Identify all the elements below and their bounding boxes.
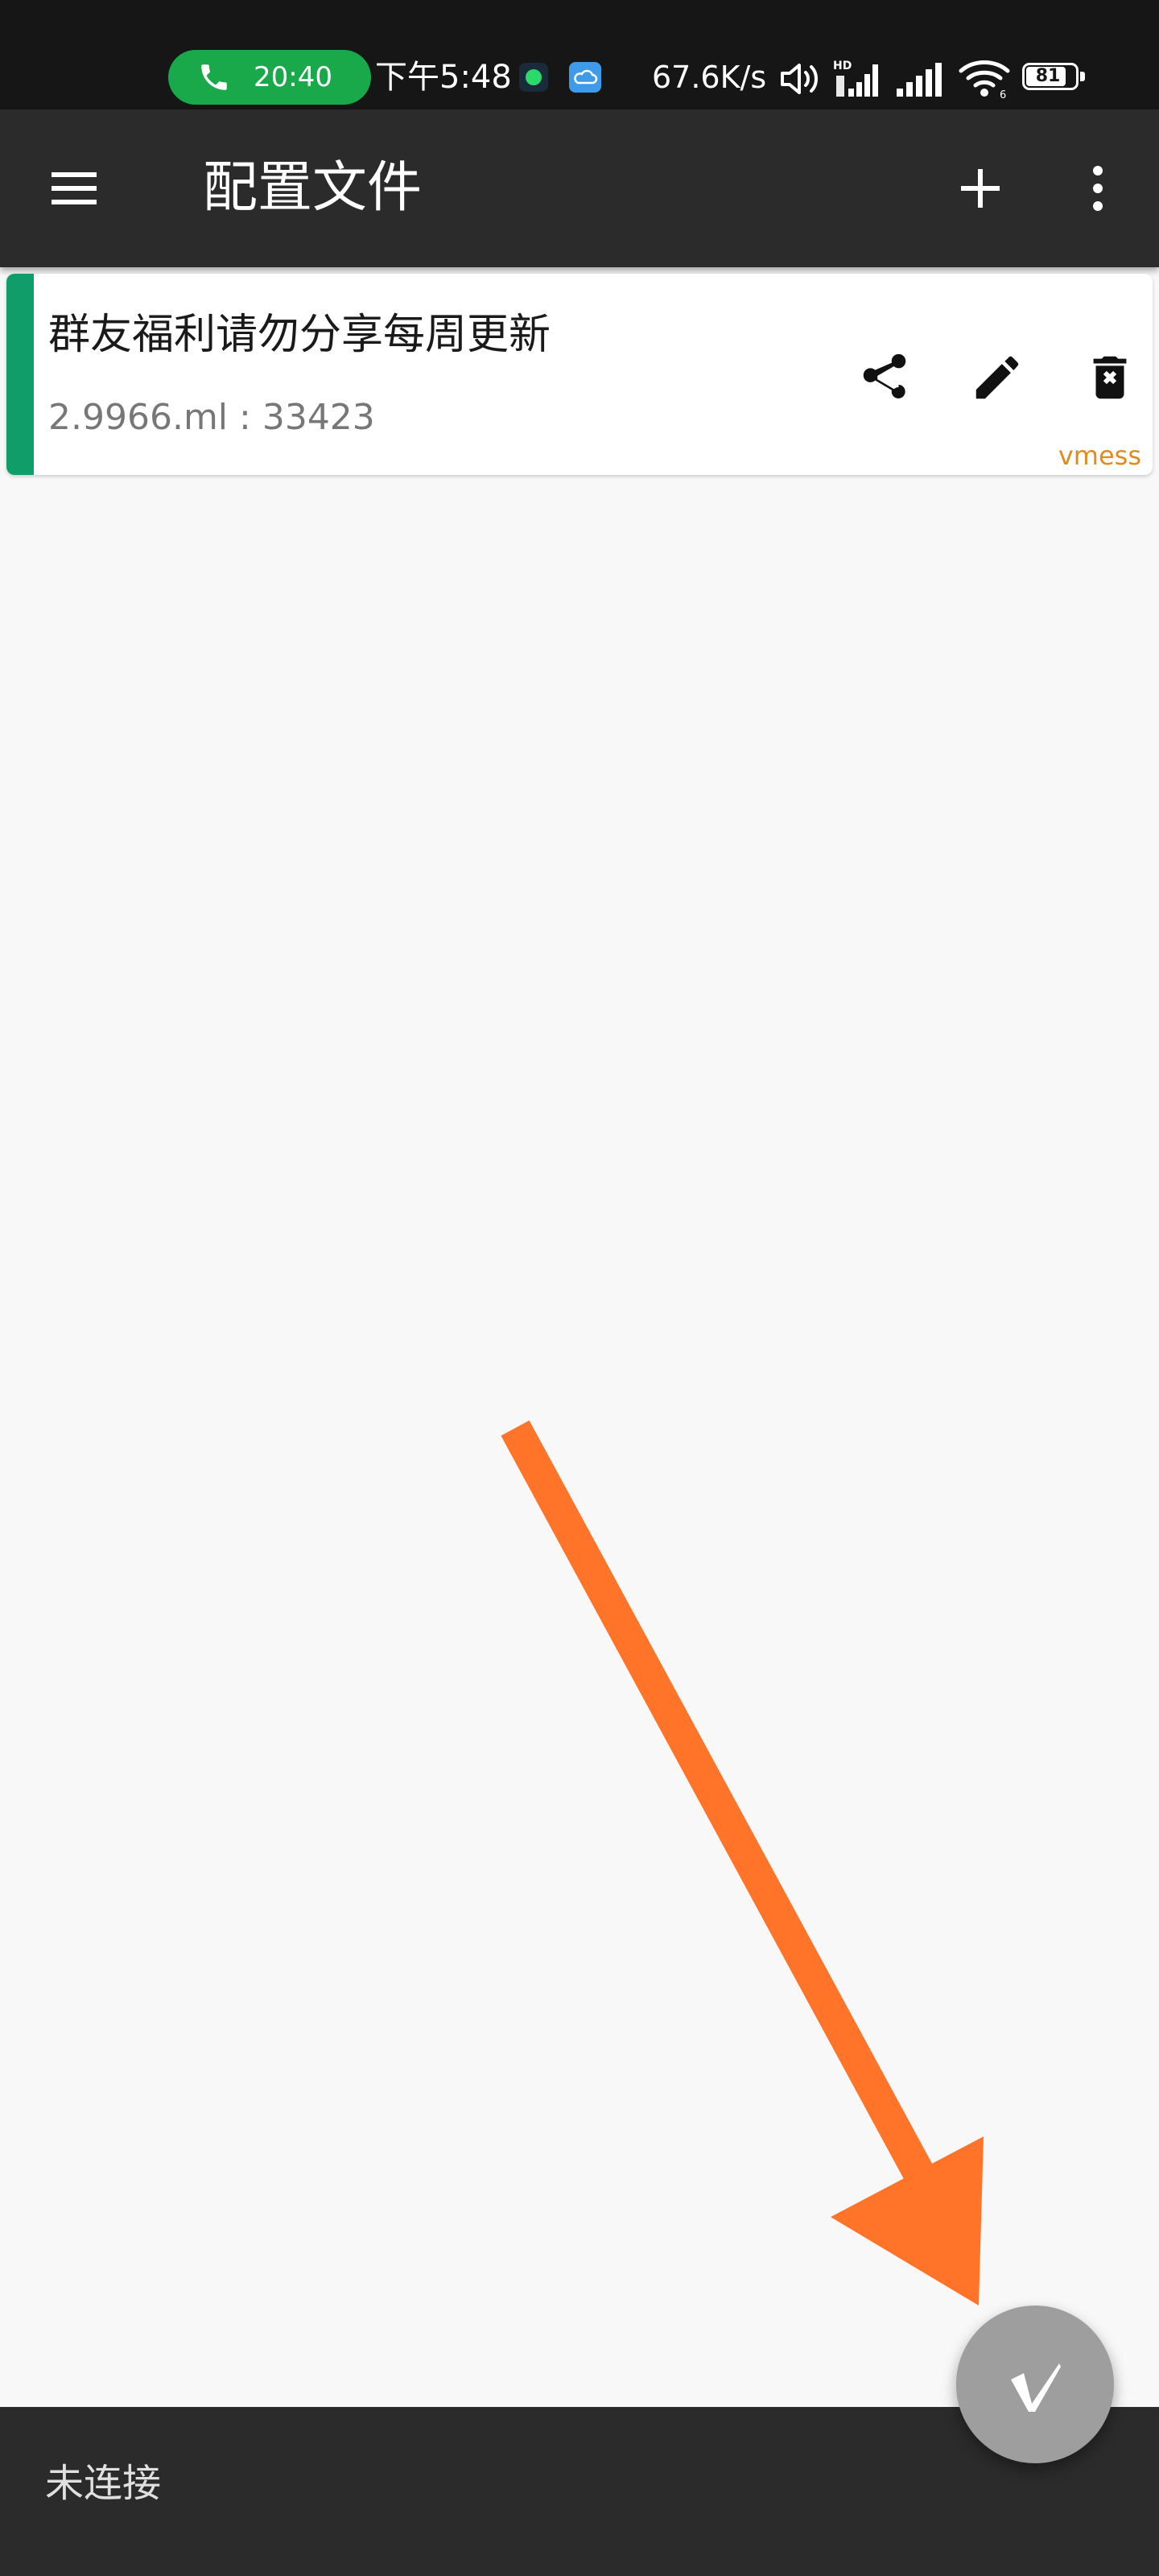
signal-hd-icon: HD <box>833 60 878 97</box>
page-title: 配置文件 <box>203 156 423 220</box>
delete-button[interactable] <box>1074 341 1146 414</box>
plus-icon <box>961 169 1000 208</box>
add-config-button[interactable] <box>943 151 1017 225</box>
weather-cloud-icon <box>569 62 601 93</box>
network-speed: 67.6K/s <box>652 60 767 95</box>
volume-icon <box>781 64 818 94</box>
more-vert-icon <box>1093 166 1103 211</box>
share-icon <box>863 353 906 398</box>
v-logo-icon <box>1011 2363 1061 2412</box>
signal-icon <box>897 63 942 97</box>
connection-status-text: 未连接 <box>45 2461 162 2506</box>
notification-app-icon <box>519 63 548 92</box>
phone-icon <box>201 64 227 90</box>
svg-text:6: 6 <box>1000 89 1006 100</box>
status-bar: 20:40 下午5:48 67.6K/s HD 6 81 <box>0 0 1159 109</box>
ongoing-call-pill[interactable]: 20:40 <box>168 50 371 105</box>
share-button[interactable] <box>848 341 921 414</box>
menu-icon <box>52 172 97 204</box>
app-toolbar: 配置文件 <box>0 109 1159 267</box>
protocol-type-label: vmess <box>1058 440 1141 471</box>
edit-pencil-icon <box>975 356 1019 399</box>
server-list-item[interactable]: 群友福利请勿分享每周更新 2.9966.ml : 33423 vmess <box>6 274 1153 475</box>
wifi-icon: 6 <box>959 60 1010 100</box>
more-options-button[interactable] <box>1061 151 1135 225</box>
status-clock: 下午5:48 <box>375 59 512 96</box>
battery-level: 81 <box>1035 66 1061 86</box>
call-duration: 20:40 <box>254 61 332 93</box>
server-address: 2.9966.ml : 33423 <box>48 397 375 438</box>
server-name: 群友福利请勿分享每周更新 <box>48 311 551 359</box>
connect-fab[interactable] <box>956 2306 1114 2463</box>
delete-icon <box>1093 356 1127 399</box>
selected-indicator <box>6 274 34 475</box>
navigation-menu-button[interactable] <box>37 151 111 225</box>
battery-icon: 81 <box>1022 63 1087 93</box>
edit-button[interactable] <box>961 341 1033 414</box>
svg-text:HD: HD <box>833 60 852 72</box>
